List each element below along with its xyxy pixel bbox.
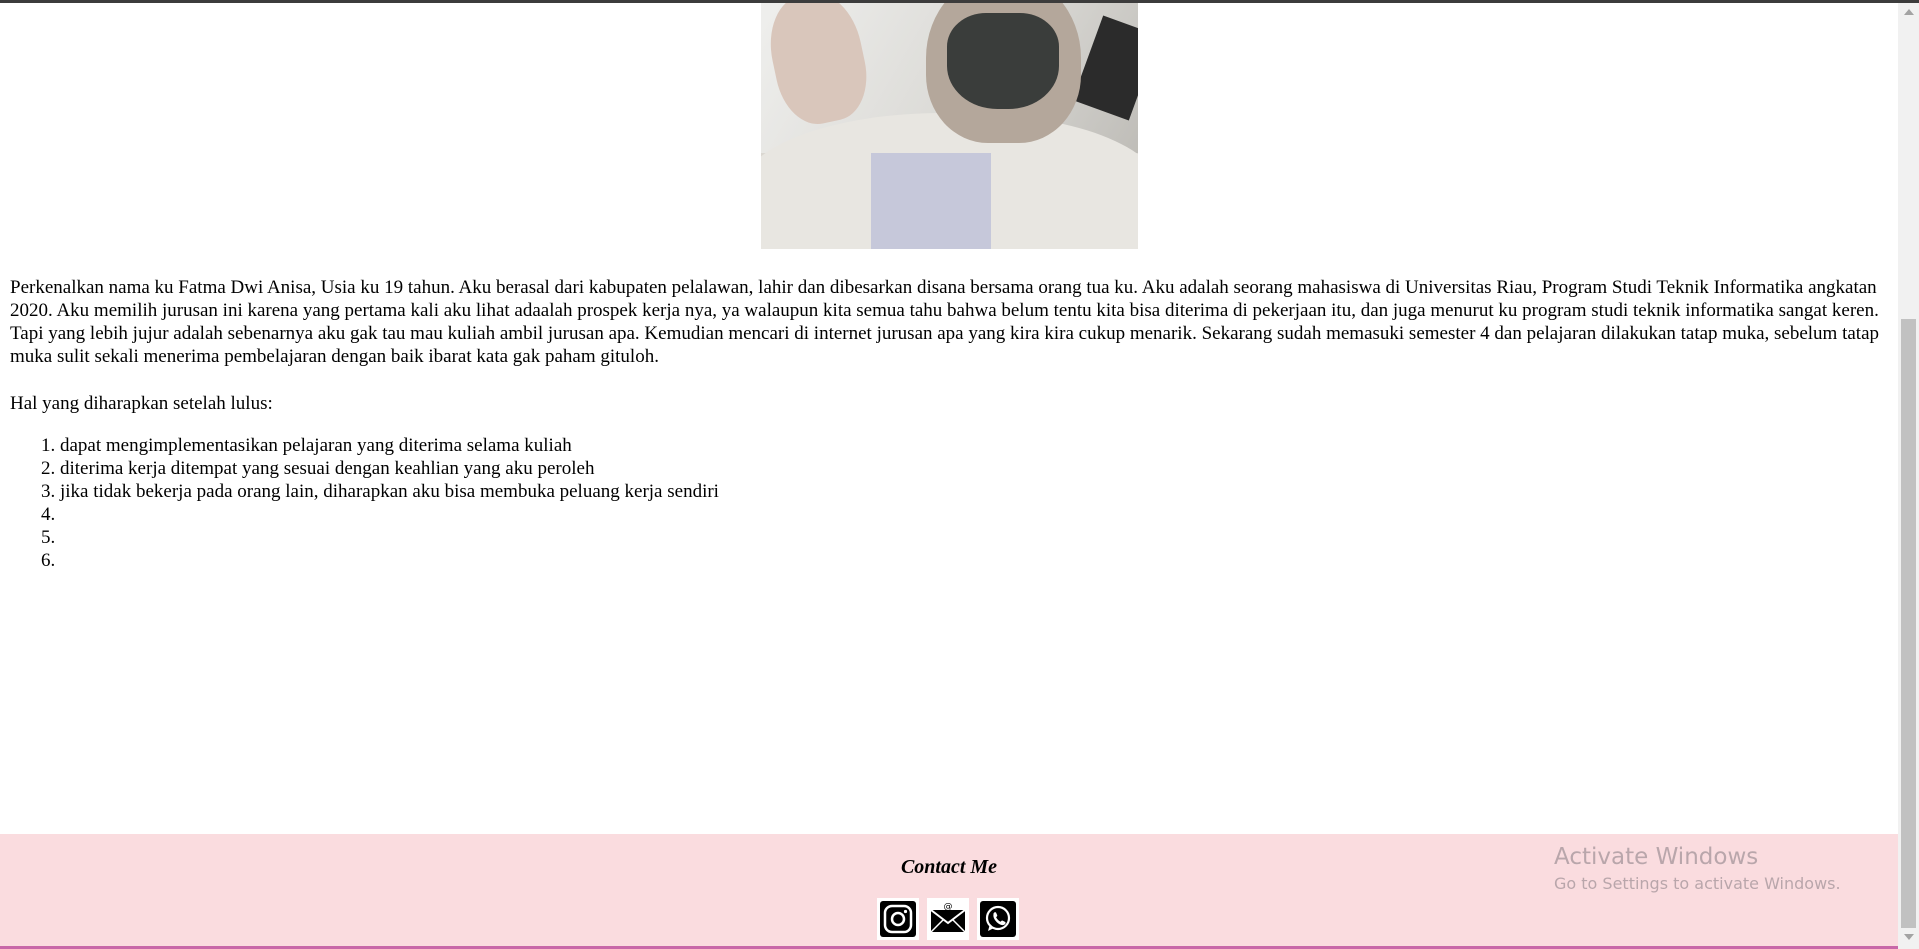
list-item: dapat mengimplementasikan pelajaran yang… [60, 434, 719, 457]
svg-text:@: @ [944, 902, 953, 912]
list-item: diterima kerja ditempat yang sesuai deng… [60, 457, 719, 480]
vertical-scrollbar[interactable] [1898, 3, 1919, 949]
watermark-title: Activate Windows [1554, 844, 1759, 870]
list-item [60, 549, 719, 572]
scroll-up-arrow-icon[interactable] [1904, 9, 1914, 15]
watermark-subtitle: Go to Settings to activate Windows. [1554, 874, 1841, 893]
email-icon[interactable]: @ [927, 898, 969, 940]
scroll-down-arrow-icon[interactable] [1904, 934, 1914, 940]
instagram-icon[interactable] [877, 898, 919, 940]
list-item [60, 526, 719, 549]
intro-paragraph: Perkenalkan nama ku Fatma Dwi Anisa, Usi… [10, 277, 1880, 367]
whatsapp-icon[interactable] [977, 898, 1019, 940]
profile-photo [761, 3, 1138, 249]
hopes-heading: Hal yang diharapkan setelah lulus: [10, 393, 273, 414]
scroll-thumb[interactable] [1901, 319, 1916, 928]
list-item [60, 503, 719, 526]
page-content: Perkenalkan nama ku Fatma Dwi Anisa, Usi… [0, 3, 1898, 949]
social-links: @ [877, 898, 1019, 940]
list-item: jika tidak bekerja pada orang lain, diha… [60, 480, 719, 503]
goals-list: dapat mengimplementasikan pelajaran yang… [10, 434, 719, 572]
windows-activation-watermark: Activate Windows Go to Settings to activ… [1554, 843, 1841, 895]
